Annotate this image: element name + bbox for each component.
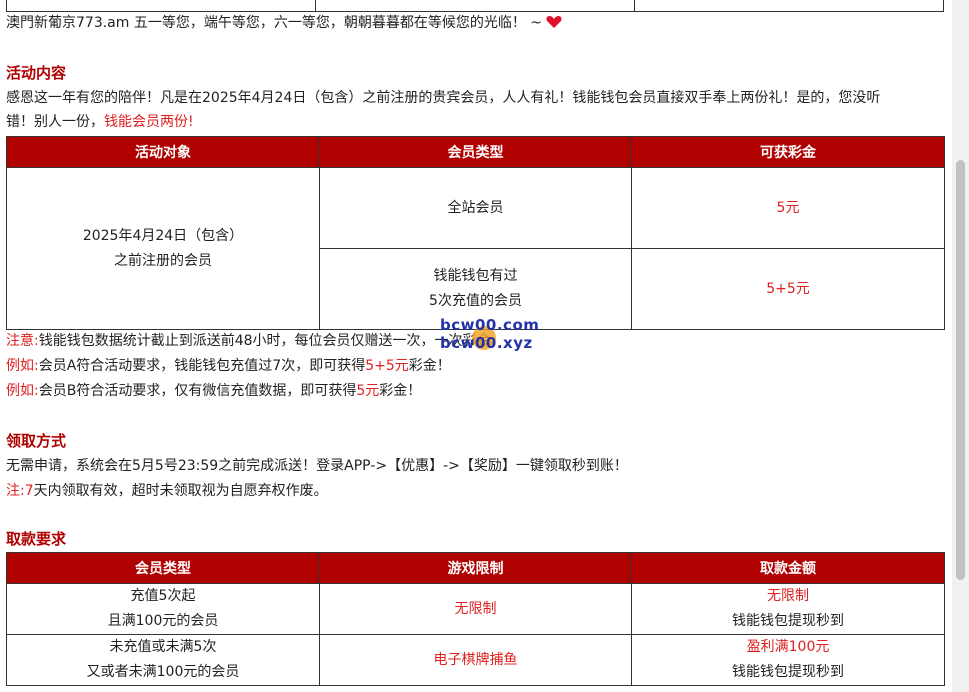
activity-type-cell: 全站会员 [319, 167, 632, 249]
claim-note: 注:7天内领取有效，超时未领取视为自愿弃权作废。 [6, 481, 328, 501]
table-row: 充值5次起 且满100元的会员 无限制 无限制 钱能钱包提现秒到 [6, 583, 945, 635]
withdraw-amount-cell: 无限制 钱能钱包提现秒到 [631, 583, 945, 635]
withdraw-type-line1: 充值5次起 [130, 588, 196, 604]
claim-note-label: 注: [6, 483, 25, 499]
remnant-cell [315, 0, 635, 12]
activity-desc-line2: 错！别人一份，钱能会员两份! [6, 112, 194, 132]
intro-text: 澳門新葡京773.am 五一等您，端午等您，六一等您，朝朝暮暮都在等候您的光临！… [6, 15, 543, 31]
watermark-line2: bcw00.xyz [440, 334, 533, 352]
claim-line1: 无需申请，系统会在5月5号23:59之前完成派送！登录APP->【优惠】->【奖… [6, 458, 628, 474]
note-label: 注意: [6, 333, 39, 349]
example-tail: 彩金！ [408, 358, 451, 374]
activity-heading: 活动内容 [6, 64, 67, 82]
intro-line: 澳門新葡京773.am 五一等您，端午等您，六一等您，朝朝暮暮都在等候您的光临！… [6, 13, 562, 33]
note-text: 钱能钱包数据统计截止到派送前48小时，每位会员仅赠送一次，一次 [38, 333, 463, 349]
activity-desc-text: 错！别人一份， [6, 114, 104, 130]
watermark-line1: bcw00.com [440, 316, 540, 334]
heart-icon [546, 15, 562, 29]
activity-type-line2: 5次充值的会员 [429, 293, 522, 309]
example-1: 例如:会员A符合活动要求，钱能钱包充值过7次，即可获得5+5元彩金！ [6, 356, 451, 376]
example-text: 会员B符合活动要求，仅有微信充值数据，即可获得 [38, 383, 357, 399]
activity-target-line2: 之前注册的会员 [114, 252, 212, 269]
withdraw-type-line2: 又或者未满100元的会员 [86, 664, 240, 680]
withdraw-header-type: 会员类型 [6, 552, 320, 584]
withdraw-amount-cell: 盈利满100元 钱能钱包提现秒到 [631, 634, 945, 686]
withdraw-limit-cell: 无限制 [319, 583, 632, 635]
activity-header-type: 会员类型 [319, 136, 632, 168]
activity-header-bonus: 可获彩金 [631, 136, 945, 168]
withdraw-table: 会员类型 游戏限制 取款金额 充值5次起 且满100元的会员 无限制 无限制 钱… [6, 552, 945, 686]
withdraw-type-line1: 未充值或未满5次 [109, 639, 217, 655]
withdraw-type-cell: 充值5次起 且满100元的会员 [6, 583, 320, 635]
activity-bonus-cell: 5+5元 [631, 248, 945, 330]
activity-type-line: 全站会员 [447, 199, 504, 216]
withdraw-amount-line2: 钱能钱包提现秒到 [732, 664, 844, 680]
previous-table-remnant [5, 0, 945, 12]
example-highlight: 5+5元 [365, 358, 409, 374]
activity-note: 注意:钱能钱包数据统计截止到派送前48小时，每位会员仅赠送一次，一次彩金。 [6, 331, 505, 351]
vertical-scrollbar[interactable] [952, 0, 969, 692]
claim-note-days: 7 [24, 483, 34, 499]
claim-heading: 领取方式 [6, 432, 67, 450]
example-2: 例如:会员B符合活动要求，仅有微信充值数据，即可获得5元彩金！ [6, 381, 421, 401]
activity-target-line1: 2025年4月24日（包含） [82, 227, 244, 244]
withdraw-amount-line2: 钱能钱包提现秒到 [732, 613, 844, 629]
example-tail: 彩金！ [379, 383, 422, 399]
table-row: 未充值或未满5次 又或者未满100元的会员 电子棋牌捕鱼 盈利满100元 钱能钱… [6, 634, 945, 686]
example-text: 会员A符合活动要求，钱能钱包充值过7次，即可获得 [38, 358, 366, 374]
withdraw-amount-line1: 无限制 [767, 588, 809, 604]
activity-bonus-cell: 5元 [631, 167, 945, 249]
activity-desc-line1: 感恩这一年有您的陪伴！凡是在2025年4月24日（包含）之前注册的贵宾会员，人人… [6, 90, 881, 106]
activity-target-cell: 2025年4月24日（包含） 之前注册的会员 [6, 167, 320, 330]
withdraw-type-line2: 且满100元的会员 [107, 613, 219, 629]
withdraw-header-amount: 取款金额 [631, 552, 945, 584]
example-label: 例如: [6, 383, 39, 399]
activity-type-line1: 钱能钱包有过 [433, 268, 518, 284]
withdraw-limit-cell: 电子棋牌捕鱼 [319, 634, 632, 686]
withdraw-amount-line1: 盈利满100元 [746, 639, 830, 655]
activity-header-target: 活动对象 [6, 136, 320, 168]
example-label: 例如: [6, 358, 39, 374]
remnant-cell [5, 0, 317, 12]
activity-table: 活动对象 会员类型 可获彩金 2025年4月24日（包含） 之前注册的会员 全站… [6, 136, 945, 330]
remnant-cell [633, 0, 945, 12]
claim-note-text: 天内领取有效，超时未领取视为自愿弃权作废。 [33, 483, 328, 499]
withdraw-header-limit: 游戏限制 [319, 552, 632, 584]
scrollbar-thumb[interactable] [956, 160, 965, 580]
activity-desc-highlight: 钱能会员两份! [104, 114, 194, 130]
withdraw-heading: 取款要求 [6, 530, 67, 548]
withdraw-type-cell: 未充值或未满5次 又或者未满100元的会员 [6, 634, 320, 686]
watermark: bcw00.com bcw00.xyz [440, 316, 550, 356]
example-highlight: 5元 [356, 383, 380, 399]
